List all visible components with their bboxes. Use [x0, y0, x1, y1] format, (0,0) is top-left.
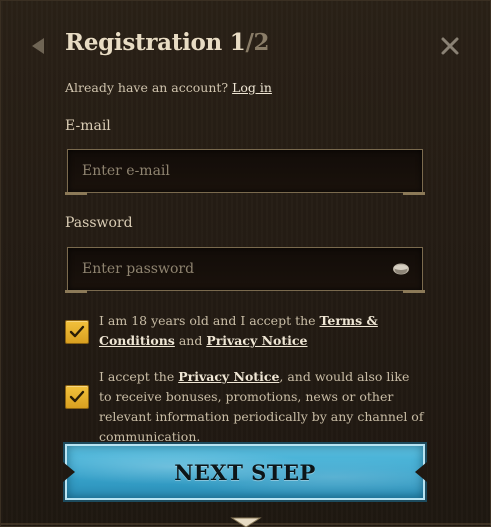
privacy-notice-link[interactable]: Privacy Notice	[178, 369, 279, 384]
next-step-button-label: NEXT STEP	[174, 459, 316, 485]
age-consent-text-middle: and	[174, 333, 207, 348]
login-prompt: Already have an account? Log in	[65, 80, 272, 95]
chevron-left-icon	[32, 38, 44, 54]
step-separator: /	[245, 29, 254, 56]
eye-icon[interactable]	[392, 262, 410, 276]
back-button[interactable]	[29, 36, 47, 56]
login-prompt-text: Already have an account?	[65, 80, 229, 95]
step-total: 2	[253, 29, 270, 56]
password-label: Password	[65, 215, 133, 231]
title-text: Registration	[65, 29, 222, 56]
marketing-consent-row: I accept the Privacy Notice, and would a…	[65, 367, 425, 444]
marketing-consent-checkbox[interactable]	[65, 385, 89, 409]
bottom-ornament	[1, 517, 491, 527]
email-field-frame	[65, 149, 425, 195]
age-consent-text-before: I am 18 years old and I accept the	[99, 313, 320, 328]
header: Registration 1/2	[1, 27, 491, 63]
email-field[interactable]	[68, 150, 422, 192]
page-title: Registration 1/2	[65, 29, 270, 56]
age-consent-row: I am 18 years old and I accept the Terms…	[65, 311, 425, 353]
checkmark-icon	[69, 390, 85, 403]
age-consent-text: I am 18 years old and I accept the Terms…	[99, 311, 425, 351]
checkmark-icon	[69, 325, 85, 338]
age-consent-checkbox[interactable]	[65, 320, 89, 344]
email-label: E-mail	[65, 118, 111, 134]
marketing-consent-text: I accept the Privacy Notice, and would a…	[99, 367, 425, 447]
login-link[interactable]: Log in	[232, 80, 272, 95]
step-current: 1	[229, 29, 246, 56]
close-button[interactable]	[439, 35, 461, 57]
registration-panel: Registration 1/2 Already have an account…	[0, 0, 491, 527]
password-field[interactable]	[68, 248, 422, 290]
marketing-consent-text-before: I accept the	[99, 369, 179, 384]
password-field-frame	[65, 247, 425, 293]
privacy-notice-link[interactable]: Privacy Notice	[206, 333, 307, 348]
next-step-button[interactable]: NEXT STEP	[63, 444, 427, 500]
close-icon	[441, 37, 459, 55]
